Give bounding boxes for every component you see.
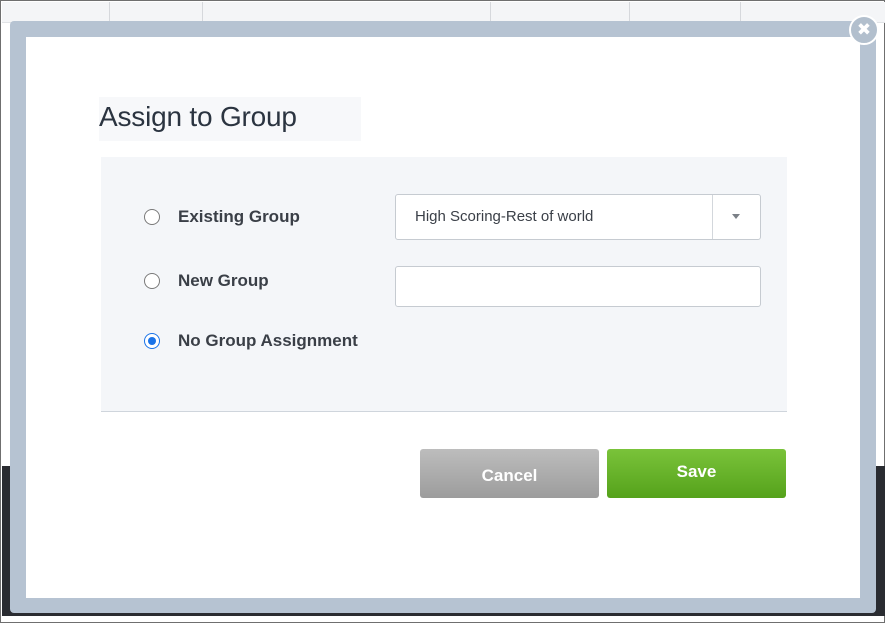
background-divider [629, 2, 630, 22]
new-group-input[interactable] [395, 266, 761, 307]
chevron-down-icon [732, 214, 740, 219]
background-divider [109, 2, 110, 22]
background-divider [740, 2, 741, 22]
option-no-group[interactable]: No Group Assignment [144, 329, 358, 353]
new-group-radio[interactable] [144, 273, 160, 289]
existing-group-radio[interactable] [144, 209, 160, 225]
background-header [2, 2, 885, 23]
existing-group-select[interactable]: High Scoring-Rest of world [395, 194, 761, 240]
dropdown-toggle[interactable] [712, 195, 760, 239]
dialog-title: Assign to Group [99, 97, 361, 141]
no-group-radio[interactable] [144, 333, 160, 349]
select-value: High Scoring-Rest of world [415, 208, 594, 225]
close-icon[interactable]: ✖ [857, 20, 871, 40]
close-button[interactable]: ✖ [849, 15, 879, 45]
option-label: No Group Assignment [178, 331, 358, 350]
option-existing-group[interactable]: Existing Group [144, 205, 300, 229]
option-label: New Group [178, 271, 269, 290]
option-new-group[interactable]: New Group [144, 269, 269, 293]
background-divider [490, 2, 491, 22]
option-label: Existing Group [178, 207, 300, 226]
cancel-button[interactable]: Cancel [420, 449, 599, 498]
background-divider [202, 2, 203, 22]
save-button[interactable]: Save [607, 449, 786, 498]
